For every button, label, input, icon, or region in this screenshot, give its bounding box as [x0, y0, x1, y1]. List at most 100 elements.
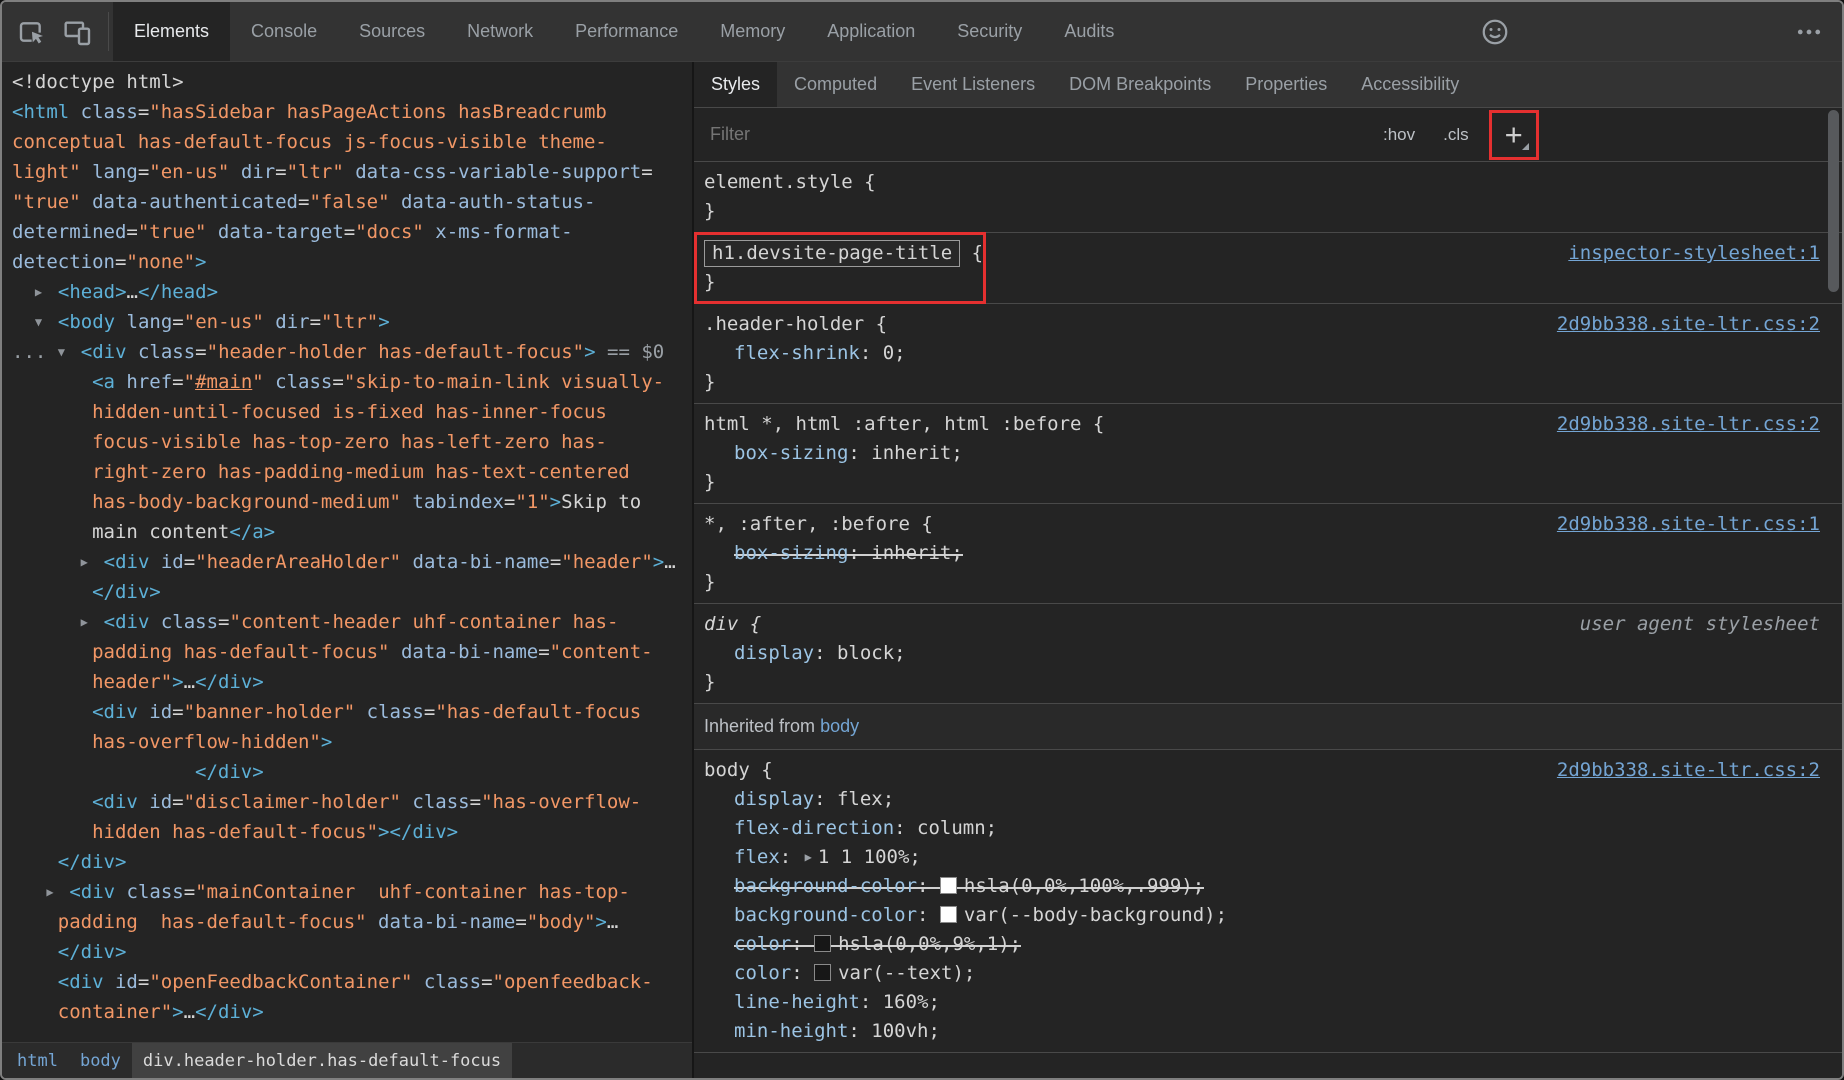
inspect-element-icon[interactable]	[10, 11, 52, 53]
stylesheet-link[interactable]: 2d9bb338.site-ltr.css:1	[1557, 510, 1820, 539]
dom-tree-line[interactable]: </div>	[12, 757, 692, 787]
dom-tree-line[interactable]: ... ▼ <div class="header-holder has-defau…	[12, 337, 692, 367]
expand-arrow-closed-icon[interactable]: ▶	[81, 607, 104, 637]
rule-selector[interactable]: *, :after, :before {	[704, 510, 933, 539]
dom-tree-line[interactable]: ▶ <div id="headerAreaHolder" data-bi-name…	[12, 547, 692, 577]
css-declaration[interactable]: background-color: var(--body-background)…	[704, 901, 1820, 930]
color-swatch[interactable]	[939, 906, 957, 923]
css-declaration[interactable]: color: var(--text);	[704, 959, 1820, 988]
breadcrumb-html[interactable]: html	[6, 1043, 69, 1078]
dom-tree-line[interactable]: hidden has-default-focus"></div>	[12, 817, 692, 847]
tab-security[interactable]: Security	[936, 2, 1043, 61]
dom-tree-line[interactable]: "true" data-authenticated="false" data-a…	[12, 187, 692, 217]
device-toolbar-icon[interactable]	[56, 11, 98, 53]
styles-tab-properties[interactable]: Properties	[1228, 62, 1344, 107]
dom-tree-line[interactable]: header">…</div>	[12, 667, 692, 697]
dom-tree-line[interactable]: padding has-default-focus" data-bi-name=…	[12, 907, 692, 937]
rule-selector[interactable]: element.style {	[704, 168, 876, 197]
dom-tree-line[interactable]: has-body-background-medium" tabindex="1"…	[12, 487, 692, 517]
rule-selector[interactable]: div {	[704, 610, 761, 639]
css-declaration[interactable]: box-sizing: inherit;	[704, 439, 1820, 468]
dom-tree-line[interactable]: right-zero has-padding-medium has-text-c…	[12, 457, 692, 487]
expand-arrow-closed-icon[interactable]: ▶	[35, 277, 58, 307]
styles-tab-computed[interactable]: Computed	[777, 62, 894, 107]
new-style-rule-button[interactable]: +	[1488, 109, 1539, 160]
dom-tree-line[interactable]: ▼ <body lang="en-us" dir="ltr">	[12, 307, 692, 337]
property-name: box-sizing	[734, 542, 849, 564]
tab-console[interactable]: Console	[230, 2, 338, 61]
css-declaration[interactable]: display: flex;	[704, 785, 1820, 814]
dom-tree-line[interactable]: <div id="banner-holder" class="has-defau…	[12, 697, 692, 727]
css-declaration[interactable]: flex-direction: column;	[704, 814, 1820, 843]
property-name: color	[734, 962, 792, 984]
expand-arrow-open-icon[interactable]: ▼	[35, 307, 58, 337]
dom-tree-line[interactable]: hidden-until-focused is-fixed has-inner-…	[12, 397, 692, 427]
css-declaration[interactable]: display: block;	[704, 639, 1820, 668]
rule-selector[interactable]: html *, html :after, html :before {	[704, 410, 1104, 439]
tab-application[interactable]: Application	[806, 2, 936, 61]
dom-tree-line[interactable]: light" lang="en-us" dir="ltr" data-css-v…	[12, 157, 692, 187]
dom-tree-line[interactable]: </div>	[12, 937, 692, 967]
rule-selector[interactable]: body {	[704, 756, 773, 785]
dom-tree-line[interactable]: determined="true" data-target="docs" x-m…	[12, 217, 692, 247]
stylesheet-link[interactable]: 2d9bb338.site-ltr.css:2	[1557, 310, 1820, 339]
dom-tree-line[interactable]: <!doctype html>	[12, 67, 692, 97]
expand-arrow-open-icon[interactable]: ▼	[58, 337, 81, 367]
scrollbar-thumb[interactable]	[1828, 110, 1839, 292]
css-declaration[interactable]: flex-shrink: 0;	[704, 339, 1820, 368]
css-declaration[interactable]: flex: ▶ 1 1 100%;	[704, 843, 1820, 872]
css-declaration[interactable]: min-height: 100vh;	[704, 1017, 1820, 1046]
dom-tree-line[interactable]: </div>	[12, 577, 692, 607]
rule-selector[interactable]: .header-holder {	[704, 310, 887, 339]
css-declaration[interactable]: background-color: hsla(0,0%,100%,.999);	[704, 872, 1820, 901]
styles-tab-accessibility[interactable]: Accessibility	[1344, 62, 1476, 107]
styles-tab-styles[interactable]: Styles	[694, 62, 778, 107]
tab-memory[interactable]: Memory	[699, 2, 806, 61]
color-swatch[interactable]	[939, 877, 957, 894]
breadcrumb-body[interactable]: body	[69, 1043, 132, 1078]
stylesheet-link[interactable]: inspector-stylesheet:1	[1568, 239, 1820, 268]
dom-tree-line[interactable]: main content</a>	[12, 517, 692, 547]
styles-tab-dom-breakpoints[interactable]: DOM Breakpoints	[1052, 62, 1228, 107]
expand-arrow-closed-icon[interactable]: ▶	[46, 877, 69, 907]
dom-tree-line[interactable]: <html class="hasSidebar hasPageActions h…	[12, 97, 692, 127]
dom-tree-line[interactable]: <a href="#main" class="skip-to-main-link…	[12, 367, 692, 397]
element-classes-toggle[interactable]: .cls	[1443, 125, 1469, 145]
css-declaration[interactable]: box-sizing: inherit;	[704, 539, 1820, 568]
dom-tree-line[interactable]: </div>	[12, 847, 692, 877]
dom-tree-line[interactable]: <div id="disclaimer-holder" class="has-o…	[12, 787, 692, 817]
dom-tree-line[interactable]: conceptual has-default-focus js-focus-vi…	[12, 127, 692, 157]
dom-tree-line[interactable]: ▶ <head>…</head>	[12, 277, 692, 307]
tab-performance[interactable]: Performance	[554, 2, 699, 61]
expand-shorthand-icon[interactable]: ▶	[805, 850, 812, 864]
breadcrumb-div-header-holder-has-default-[interactable]: div.header-holder.has-default-focus	[131, 1043, 513, 1078]
tab-network[interactable]: Network	[446, 2, 554, 61]
inherited-from-label: Inherited from	[704, 716, 821, 736]
css-declaration[interactable]: line-height: 160%;	[704, 988, 1820, 1017]
styles-tab-event-listeners[interactable]: Event Listeners	[894, 62, 1052, 107]
feedback-smiley-icon[interactable]	[1474, 11, 1516, 53]
dom-tree-line[interactable]: padding has-default-focus" data-bi-name=…	[12, 637, 692, 667]
inherited-from-node-link[interactable]: body	[820, 716, 859, 736]
dom-tree-line[interactable]: ▶ <div class="content-header uhf-containe…	[12, 607, 692, 637]
stylesheet-link[interactable]: 2d9bb338.site-ltr.css:2	[1557, 410, 1820, 439]
stylesheet-link[interactable]: 2d9bb338.site-ltr.css:2	[1557, 756, 1820, 785]
css-declaration[interactable]: color: hsla(0,0%,9%,1);	[704, 930, 1820, 959]
tab-elements[interactable]: Elements	[113, 2, 231, 61]
more-options-icon[interactable]	[1788, 11, 1830, 53]
color-swatch[interactable]	[814, 964, 832, 981]
color-swatch[interactable]	[814, 935, 832, 952]
expand-arrow-closed-icon[interactable]: ▶	[81, 547, 104, 577]
styles-filter-input[interactable]	[710, 124, 1355, 145]
dom-tree-line[interactable]: container">…</div>	[12, 997, 692, 1027]
rule-selector[interactable]: h1.devsite-page-title {	[704, 239, 983, 268]
pseudo-state-toggle[interactable]: :hov	[1383, 125, 1415, 145]
tab-sources[interactable]: Sources	[338, 2, 446, 61]
tab-audits[interactable]: Audits	[1043, 2, 1135, 61]
dom-tree-line[interactable]: <div id="openFeedbackContainer" class="o…	[12, 967, 692, 997]
dom-tree-line[interactable]: detection="none">	[12, 247, 692, 277]
selector-edit-box[interactable]: h1.devsite-page-title	[704, 240, 961, 267]
dom-tree-line[interactable]: has-overflow-hidden">	[12, 727, 692, 757]
dom-tree-line[interactable]: focus-visible has-top-zero has-left-zero…	[12, 427, 692, 457]
dom-tree-line[interactable]: ▶ <div class="mainContainer uhf-container…	[12, 877, 692, 907]
